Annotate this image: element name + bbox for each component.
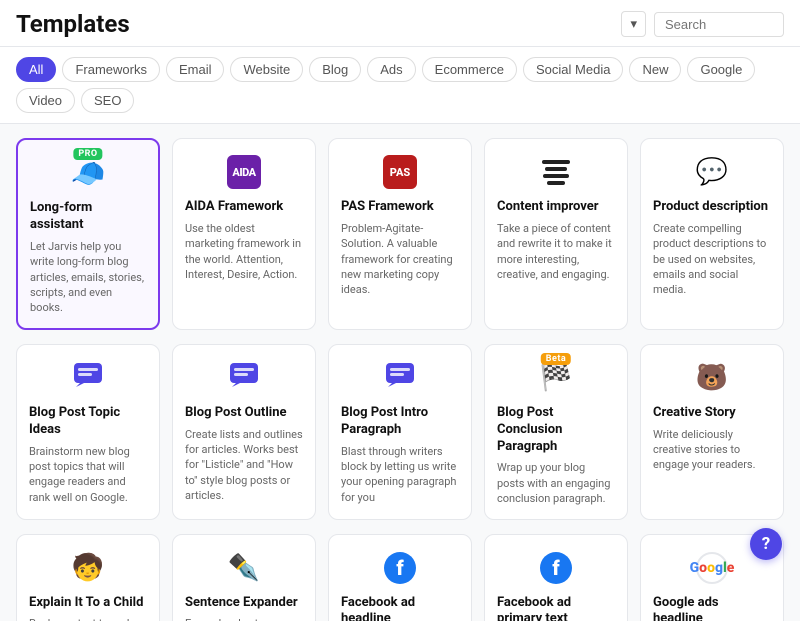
card-blog-conclusion[interactable]: Beta🏁Blog Post Conclusion ParagraphWrap … [484, 344, 628, 520]
card-title-blog-topic: Blog Post Topic Ideas [29, 405, 147, 439]
card-icon-fb-primary: f [497, 549, 615, 587]
filter-btn-video[interactable]: Video [16, 88, 75, 113]
card-title-blog-outline: Blog Post Outline [185, 405, 303, 422]
card-badge: PRO [73, 148, 102, 160]
card-title-google-ads: Google ads headline [653, 595, 771, 621]
card-fb-headline[interactable]: fFacebook ad headlineGenerate scroll-sto… [328, 534, 472, 621]
card-desc-blog-conclusion: Wrap up your blog posts with an engaging… [497, 460, 615, 506]
card-desc-pas: Problem-Agitate-Solution. A valuable fra… [341, 221, 459, 298]
card-title-content-improver: Content improver [497, 199, 615, 216]
card-title-blog-intro: Blog Post Intro Paragraph [341, 405, 459, 439]
card-desc-aida: Use the oldest marketing framework in th… [185, 221, 303, 283]
card-title-sentence-expander: Sentence Expander [185, 595, 303, 612]
card-content-improver[interactable]: Content improver Take a piece of content … [484, 138, 628, 330]
card-desc-explain-child: Rephrase text to make it easier to read … [29, 616, 147, 621]
card-desc-creative-story: Write deliciously creative stories to en… [653, 427, 771, 473]
card-title-fb-primary: Facebook ad primary text [497, 595, 615, 621]
filter-btn-ecommerce[interactable]: Ecommerce [422, 57, 517, 82]
search-input[interactable] [654, 12, 784, 37]
card-sentence-expander[interactable]: ✒️ Sentence Expander Expand a short senten… [172, 534, 316, 621]
card-creative-story[interactable]: 🐻 Creative Story Write deliciously creativ… [640, 344, 784, 520]
card-fb-primary[interactable]: fFacebook ad primary textCreate high con… [484, 534, 628, 621]
card-icon-creative-story: 🐻 [653, 359, 771, 397]
filter-bar: AllFrameworksEmailWebsiteBlogAds Ecommerc… [0, 47, 800, 124]
card-title-creative-story: Creative Story [653, 405, 771, 422]
filter-btn-email[interactable]: Email [166, 57, 225, 82]
card-row-0: PRO🧢Long-form assistantLet Jarvis help y… [16, 138, 784, 330]
card-desc-content-improver: Take a piece of content and rewrite it t… [497, 221, 615, 283]
header-controls: ▾ [621, 11, 784, 37]
card-title-long-form: Long-form assistant [30, 200, 146, 234]
card-icon-blog-outline [185, 359, 303, 397]
card-pas[interactable]: PAS PAS Framework Problem-Agitate-Solution… [328, 138, 472, 330]
filter-btn-frameworks[interactable]: Frameworks [62, 57, 160, 82]
card-desc-blog-intro: Blast through writers block by letting u… [341, 444, 459, 506]
card-title-aida: AIDA Framework [185, 199, 303, 216]
card-title-fb-headline: Facebook ad headline [341, 595, 459, 621]
filter-btn-seo[interactable]: SEO [81, 88, 134, 113]
help-button[interactable]: ? [750, 528, 782, 560]
card-row-2: 🧒 Explain It To a Child Rephrase text to m… [16, 534, 784, 621]
card-explain-child[interactable]: 🧒 Explain It To a Child Rephrase text to m… [16, 534, 160, 621]
card-icon-explain-child: 🧒 [29, 549, 147, 587]
filter-btn-social-media[interactable]: Social Media [523, 57, 623, 82]
card-badge: Beta [541, 353, 571, 365]
card-desc-long-form: Let Jarvis help you write long-form blog… [30, 239, 146, 316]
card-blog-outline[interactable]: Blog Post Outline Create lists and outlin… [172, 344, 316, 520]
card-desc-blog-outline: Create lists and outlines for articles. … [185, 427, 303, 504]
filter-btn-ads[interactable]: Ads [367, 57, 415, 82]
card-title-explain-child: Explain It To a Child [29, 595, 147, 612]
page-title: Templates [16, 10, 130, 38]
main-content: PRO🧢Long-form assistantLet Jarvis help y… [0, 124, 800, 621]
card-title-blog-conclusion: Blog Post Conclusion Paragraph [497, 405, 615, 456]
card-blog-intro[interactable]: Blog Post Intro Paragraph Blast through w… [328, 344, 472, 520]
card-desc-sentence-expander: Expand a short sentence or a few words i… [185, 616, 303, 621]
card-desc-product-desc: Create compelling product descriptions t… [653, 221, 771, 298]
card-product-desc[interactable]: 💬 Product description Create compelling pr… [640, 138, 784, 330]
card-title-pas: PAS Framework [341, 199, 459, 216]
card-aida[interactable]: AIDA AIDA Framework Use the oldest marketi… [172, 138, 316, 330]
card-icon-aida: AIDA [185, 153, 303, 191]
card-icon-blog-intro [341, 359, 459, 397]
card-icon-blog-topic [29, 359, 147, 397]
card-icon-fb-headline: f [341, 549, 459, 587]
card-long-form[interactable]: PRO🧢Long-form assistantLet Jarvis help y… [16, 138, 160, 330]
filter-btn-all[interactable]: All [16, 57, 56, 82]
dropdown-button[interactable]: ▾ [621, 11, 646, 37]
card-icon-pas: PAS [341, 153, 459, 191]
filter-btn-website[interactable]: Website [230, 57, 303, 82]
filter-btn-new[interactable]: New [629, 57, 681, 82]
card-icon-sentence-expander: ✒️ [185, 549, 303, 587]
card-row-1: Blog Post Topic Ideas Brainstorm new blog… [16, 344, 784, 520]
card-desc-blog-topic: Brainstorm new blog post topics that wil… [29, 444, 147, 506]
card-blog-topic[interactable]: Blog Post Topic Ideas Brainstorm new blog… [16, 344, 160, 520]
filter-btn-blog[interactable]: Blog [309, 57, 361, 82]
header: Templates ▾ [0, 0, 800, 47]
card-icon-content-improver [497, 153, 615, 191]
filter-btn-google[interactable]: Google [687, 57, 755, 82]
card-title-product-desc: Product description [653, 199, 771, 216]
card-icon-product-desc: 💬 [653, 153, 771, 191]
